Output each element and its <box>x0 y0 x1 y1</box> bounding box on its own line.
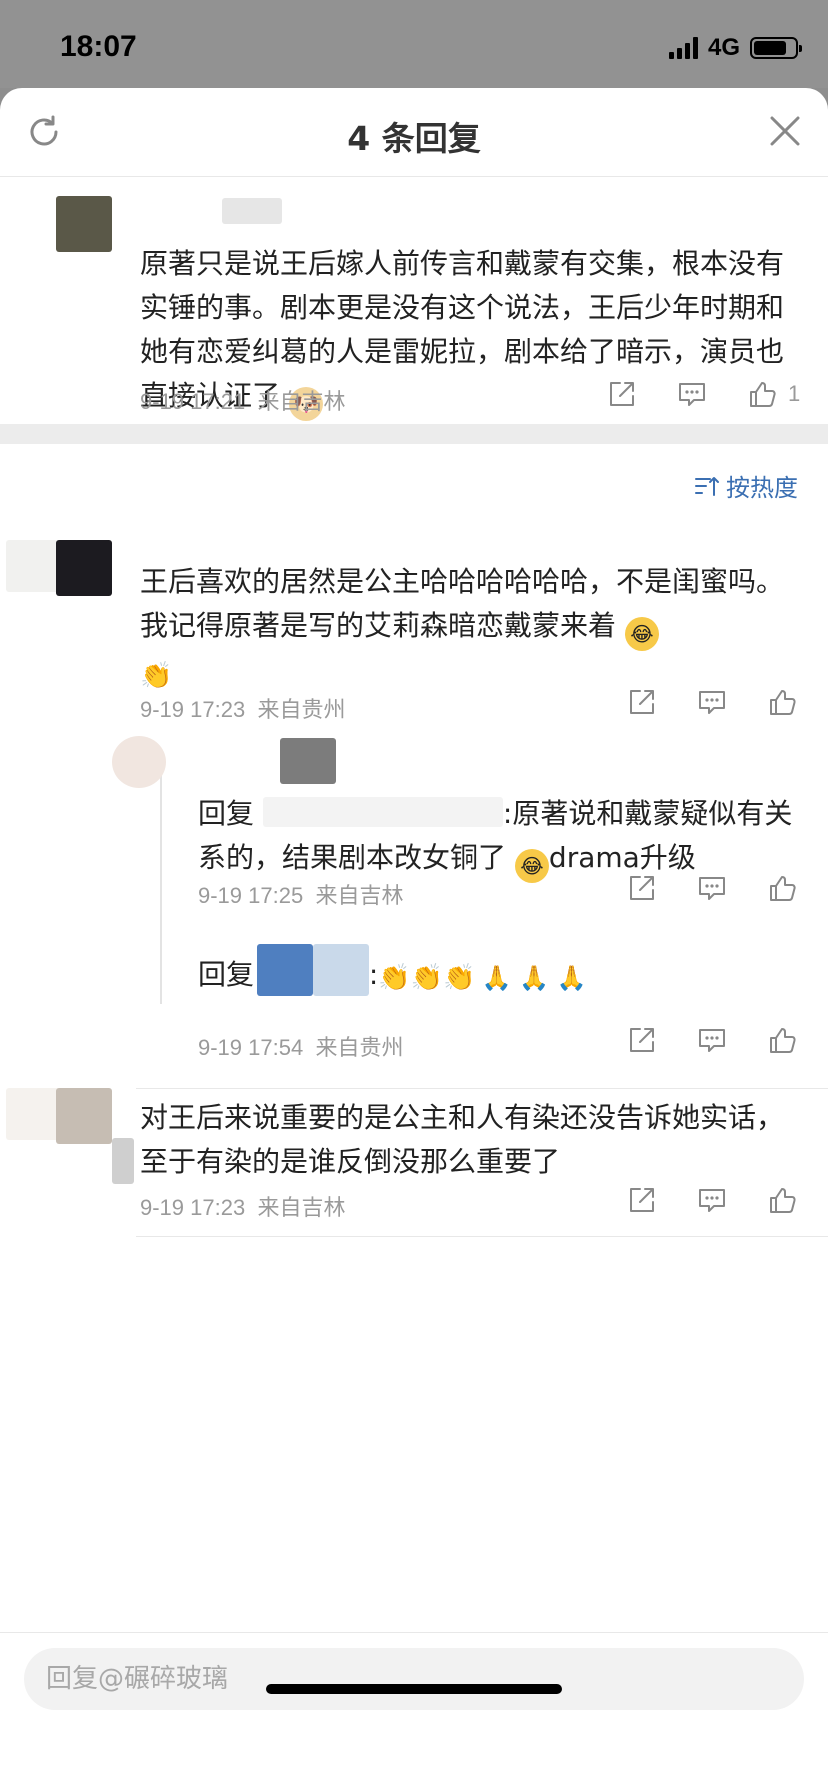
sort-button[interactable]: 按热度 <box>694 468 798 503</box>
input-bar-border <box>0 1632 828 1633</box>
avatar[interactable] <box>56 540 112 596</box>
thread-line <box>160 758 162 1004</box>
sort-icon <box>695 476 719 496</box>
comment-button[interactable] <box>692 1020 732 1060</box>
root-comment-actions: 1 <box>602 374 800 414</box>
reply-actions <box>622 1180 802 1220</box>
clap-emoji: 👏👏👏 <box>378 963 476 993</box>
sheet-title: 4 条回复 <box>347 119 481 158</box>
like-button[interactable] <box>762 1020 802 1060</box>
pray-emoji: 🙏 🙏 🙏 <box>481 964 587 992</box>
comment-time: 9-19 17:25 <box>198 883 304 908</box>
comment-button[interactable] <box>692 868 732 908</box>
battery-icon <box>750 37 802 59</box>
redacted-avatar <box>112 736 166 788</box>
reply-meta: 9-19 17:23 来自吉林 <box>140 1190 345 1222</box>
avatar[interactable] <box>56 1088 112 1144</box>
reply-meta: 9-19 17:23 来自贵州 <box>140 692 345 724</box>
comment-icon <box>679 383 705 406</box>
laugh-cry-emoji: 😂 <box>514 849 549 883</box>
share-icon <box>630 876 654 900</box>
like-button[interactable] <box>762 868 802 908</box>
comment-icon <box>699 877 725 900</box>
redacted-avatar <box>280 738 336 784</box>
sort-label: 按热度 <box>726 474 798 502</box>
like-button[interactable] <box>742 374 782 414</box>
thumbs-up-icon <box>750 382 776 407</box>
comment-time: 9-19 17:54 <box>198 1035 304 1060</box>
reply-separator <box>136 1088 828 1089</box>
redacted-username <box>262 797 503 827</box>
sub-reply-actions <box>622 1020 802 1060</box>
replies-sheet: 4 条回复 原著只是说王后嫁人前传言和戴蒙有交集，根本没有实锤的事。剧本更是没有… <box>0 88 828 1792</box>
redacted-username <box>222 198 282 224</box>
share-icon <box>630 690 654 714</box>
comment-time: 9-19 17:23 <box>140 697 246 722</box>
like-button[interactable] <box>762 682 802 722</box>
reply-input[interactable] <box>24 1648 804 1710</box>
comment-time: 9-19 17:23 <box>140 1195 246 1220</box>
share-icon <box>630 1188 654 1212</box>
comment-button[interactable] <box>672 374 712 414</box>
comment-location: 来自吉林 <box>257 1195 346 1220</box>
sub-reply-actions <box>622 868 802 908</box>
comment-button[interactable] <box>692 1180 732 1220</box>
close-icon <box>770 116 800 146</box>
redacted-avatar-bg <box>6 540 60 592</box>
thumbs-up-icon <box>770 1188 796 1213</box>
laugh-cry-emoji: 😂 <box>624 617 659 651</box>
reply-input-container <box>24 1648 804 1710</box>
thumbs-up-icon <box>770 690 796 715</box>
comment-icon <box>699 691 725 714</box>
root-comment-meta: 9-19 17:21 来自吉林 <box>140 384 345 416</box>
share-button[interactable] <box>622 868 662 908</box>
comment-location: 来自吉林 <box>315 883 404 908</box>
reply-separator <box>136 1236 828 1237</box>
avatar[interactable] <box>56 196 112 252</box>
comment-location: 来自贵州 <box>257 697 346 722</box>
sub-reply-text: 回复 :👏👏👏 🙏 🙏 🙏 <box>198 944 798 1000</box>
thumbs-up-icon <box>770 1028 796 1053</box>
redacted-username <box>256 944 313 996</box>
redacted-username <box>312 944 369 996</box>
status-icons: 4G <box>668 34 802 62</box>
thumbs-up-icon <box>770 876 796 901</box>
signal-icon <box>668 37 698 59</box>
comment-location: 来自贵州 <box>315 1035 404 1060</box>
status-time: 18:07 <box>60 30 137 63</box>
comment-icon <box>699 1029 725 1052</box>
redacted-avatar-bg <box>6 1088 60 1140</box>
close-button[interactable] <box>768 114 802 148</box>
share-button[interactable] <box>622 1020 662 1060</box>
comment-time: 9-19 17:21 <box>140 389 246 414</box>
share-button[interactable] <box>622 1180 662 1220</box>
like-count: 1 <box>788 381 801 406</box>
comment-icon <box>699 1189 725 1212</box>
share-button[interactable] <box>602 374 642 414</box>
home-indicator <box>266 1684 562 1694</box>
share-icon <box>610 382 634 406</box>
comment-button[interactable] <box>692 682 732 722</box>
sub-reply-meta: 9-19 17:54 来自贵州 <box>198 1030 403 1062</box>
reply-actions <box>622 682 802 722</box>
redacted-avatar-bg <box>112 1138 134 1184</box>
section-divider <box>0 424 828 444</box>
sub-reply-meta: 9-19 17:25 来自吉林 <box>198 878 403 910</box>
like-button[interactable] <box>762 1180 802 1220</box>
share-button[interactable] <box>622 682 662 722</box>
share-icon <box>630 1028 654 1052</box>
status-bar: 18:07 4G <box>0 0 828 88</box>
reply-text: 对王后来说重要的是公主和人有染还没告诉她实话，至于有染的是谁反倒没那么重要了 <box>140 1101 785 1178</box>
comment-location: 来自吉林 <box>257 389 346 414</box>
reply-text: 王后喜欢的居然是公主哈哈哈哈哈哈，不是闺蜜吗。我记得原著是写的艾莉森暗恋戴蒙来着… <box>140 560 790 698</box>
sheet-header: 4 条回复 <box>0 88 828 177</box>
network-type: 4G <box>707 34 740 61</box>
